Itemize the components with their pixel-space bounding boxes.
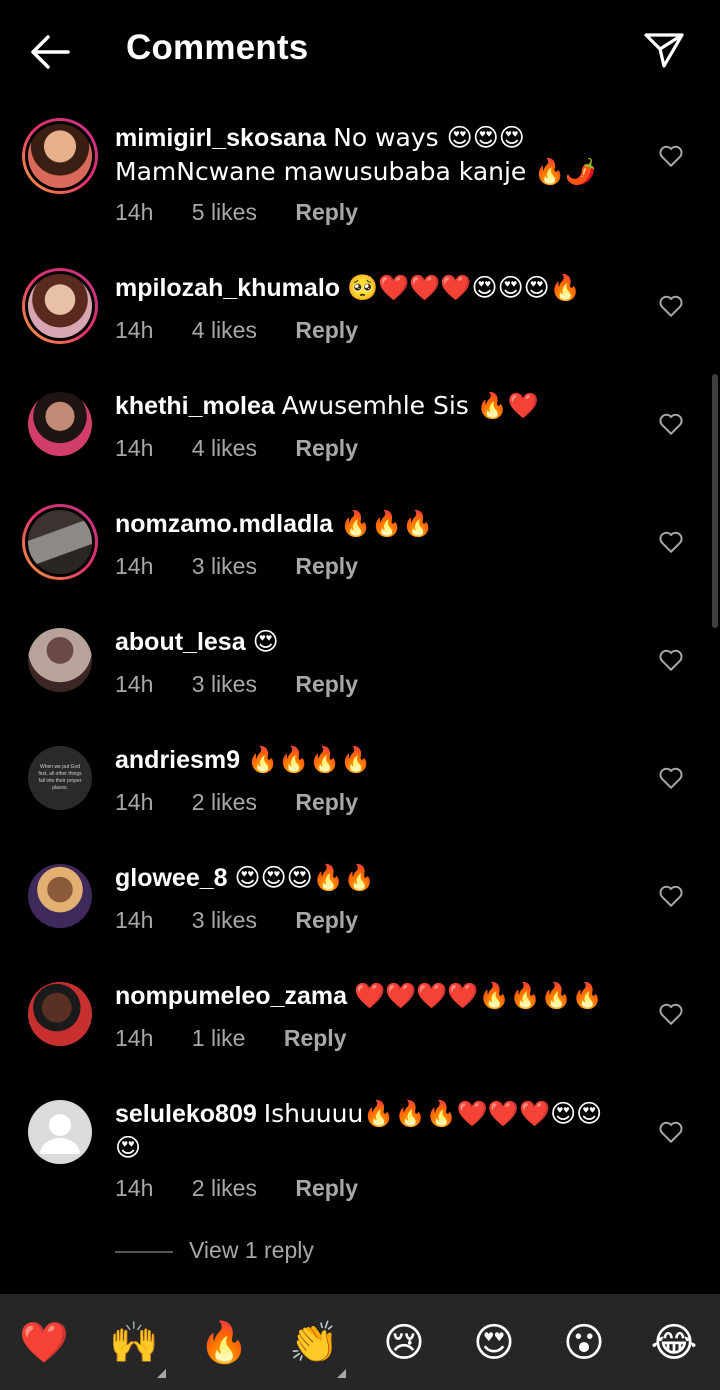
arrow-left-icon	[31, 35, 70, 69]
heart-outline-icon[interactable]	[658, 884, 684, 908]
heart-outline-icon[interactable]	[658, 294, 684, 318]
avatar[interactable]	[22, 1094, 98, 1170]
comment-text: 😍	[252, 627, 279, 656]
avatar[interactable]	[22, 504, 98, 580]
heart-outline-icon[interactable]	[658, 144, 684, 168]
share-button[interactable]	[642, 28, 686, 72]
avatar[interactable]	[22, 976, 98, 1052]
raising-hands-emoji: 🙌	[109, 1320, 159, 1366]
back-button[interactable]	[28, 32, 72, 72]
reply-button[interactable]: Reply	[295, 1175, 358, 1201]
avatar[interactable]: When we put God first, all other things …	[22, 740, 98, 816]
reaction-clapping[interactable]: 👏	[284, 1316, 346, 1378]
comment-text: 🔥🔥🔥	[340, 509, 434, 538]
comment-time: 14h	[115, 317, 154, 343]
paper-plane-icon	[644, 33, 684, 68]
reaction-surprised[interactable]: 😮	[554, 1316, 614, 1370]
comment-username[interactable]: nomzamo.mdladla	[115, 510, 333, 538]
comment-username[interactable]: nompumeleo_zama	[115, 982, 347, 1010]
comment-likes[interactable]: 1 like	[192, 1025, 246, 1051]
comment-likes[interactable]: 2 likes	[192, 789, 257, 815]
reply-button[interactable]: Reply	[295, 317, 358, 343]
comment-text: 😍😍😍🔥🔥	[234, 863, 375, 892]
comment-time: 14h	[115, 1175, 154, 1201]
comment-username[interactable]: seluleko809	[115, 1100, 257, 1128]
comment-likes[interactable]: 3 likes	[192, 553, 257, 579]
comment-text: 🥺❤️❤️❤️😍😍😍🔥	[347, 273, 581, 302]
comment-time: 14h	[115, 789, 154, 815]
avatar[interactable]	[22, 386, 98, 462]
comment-username[interactable]: khethi_molea	[115, 392, 275, 420]
comment-likes[interactable]: 2 likes	[192, 1175, 257, 1201]
comment-meta: 14h 4 likes Reply	[115, 435, 390, 462]
comment-username[interactable]: andriesm9	[115, 746, 240, 774]
comment-likes[interactable]: 4 likes	[192, 435, 257, 461]
reaction-laughing[interactable]: 😂	[644, 1316, 704, 1370]
comment-username[interactable]: mpilozah_khumalo	[115, 274, 340, 302]
avatar[interactable]	[22, 268, 98, 344]
comment-time: 14h	[115, 199, 154, 225]
clapping-emoji: 👏	[289, 1320, 339, 1366]
reply-button[interactable]: Reply	[284, 1025, 347, 1051]
comment-meta: 14h 5 likes Reply	[115, 199, 390, 226]
comment-time: 14h	[115, 435, 154, 461]
comment-username[interactable]: mimigirl_skosana	[115, 124, 326, 152]
view-replies-label: View 1 reply	[189, 1237, 314, 1263]
heart-outline-icon[interactable]	[658, 412, 684, 436]
heart-outline-icon[interactable]	[658, 648, 684, 672]
skin-tone-indicator-icon	[337, 1369, 346, 1378]
reply-button[interactable]: Reply	[295, 907, 358, 933]
scrollbar[interactable]	[712, 374, 718, 628]
replies-divider	[115, 1251, 173, 1253]
comment-meta: 14h 3 likes Reply	[115, 907, 390, 934]
avatar[interactable]	[22, 622, 98, 698]
reply-button[interactable]: Reply	[295, 199, 358, 225]
reply-button[interactable]: Reply	[295, 671, 358, 697]
quick-reaction-bar: ❤️ 🙌 🔥 👏 😢 😍 😮 😂	[0, 1294, 720, 1390]
avatar-quote-text: When we put God first, all other things …	[38, 764, 82, 791]
header: Comments	[0, 0, 720, 104]
heart-outline-icon[interactable]	[658, 1002, 684, 1026]
page-title: Comments	[126, 28, 309, 67]
comment-likes[interactable]: 5 likes	[192, 199, 257, 225]
comment-text: 🔥🔥🔥🔥	[247, 745, 372, 774]
comment-likes[interactable]: 3 likes	[192, 671, 257, 697]
reaction-heart-eyes[interactable]: 😍	[464, 1316, 524, 1370]
heart-outline-icon[interactable]	[658, 1120, 684, 1144]
comment-meta: 14h 2 likes Reply	[115, 1175, 390, 1202]
comment-text: ❤️❤️❤️❤️🔥🔥🔥🔥	[353, 981, 603, 1010]
heart-outline-icon[interactable]	[658, 530, 684, 554]
comment-meta: 14h 3 likes Reply	[115, 553, 390, 580]
comment-time: 14h	[115, 1025, 154, 1051]
comment-text: Awusemhle Sis 🔥❤️	[281, 391, 540, 420]
reply-button[interactable]: Reply	[295, 553, 358, 579]
reaction-crying[interactable]: 😢	[374, 1316, 434, 1370]
comment-time: 14h	[115, 907, 154, 933]
reply-button[interactable]: Reply	[295, 789, 358, 815]
comment-username[interactable]: about_lesa	[115, 628, 246, 656]
comment-time: 14h	[115, 671, 154, 697]
heart-outline-icon[interactable]	[658, 766, 684, 790]
comment-meta: 14h 2 likes Reply	[115, 789, 390, 816]
avatar[interactable]	[22, 118, 98, 194]
comment-meta: 14h 4 likes Reply	[115, 317, 390, 344]
reaction-raising-hands[interactable]: 🙌	[104, 1316, 166, 1378]
avatar[interactable]	[22, 858, 98, 934]
comment-likes[interactable]: 4 likes	[192, 317, 257, 343]
comment-time: 14h	[115, 553, 154, 579]
reaction-fire[interactable]: 🔥	[194, 1316, 254, 1370]
comment-meta: 14h 1 like Reply	[115, 1025, 379, 1052]
default-avatar-icon	[28, 1100, 92, 1164]
comment-likes[interactable]: 3 likes	[192, 907, 257, 933]
comment-meta: 14h 3 likes Reply	[115, 671, 390, 698]
reply-button[interactable]: Reply	[295, 435, 358, 461]
comment-username[interactable]: glowee_8	[115, 864, 228, 892]
view-replies-button[interactable]: View 1 reply	[115, 1235, 415, 1269]
skin-tone-indicator-icon	[157, 1369, 166, 1378]
reaction-heart[interactable]: ❤️	[14, 1316, 74, 1370]
